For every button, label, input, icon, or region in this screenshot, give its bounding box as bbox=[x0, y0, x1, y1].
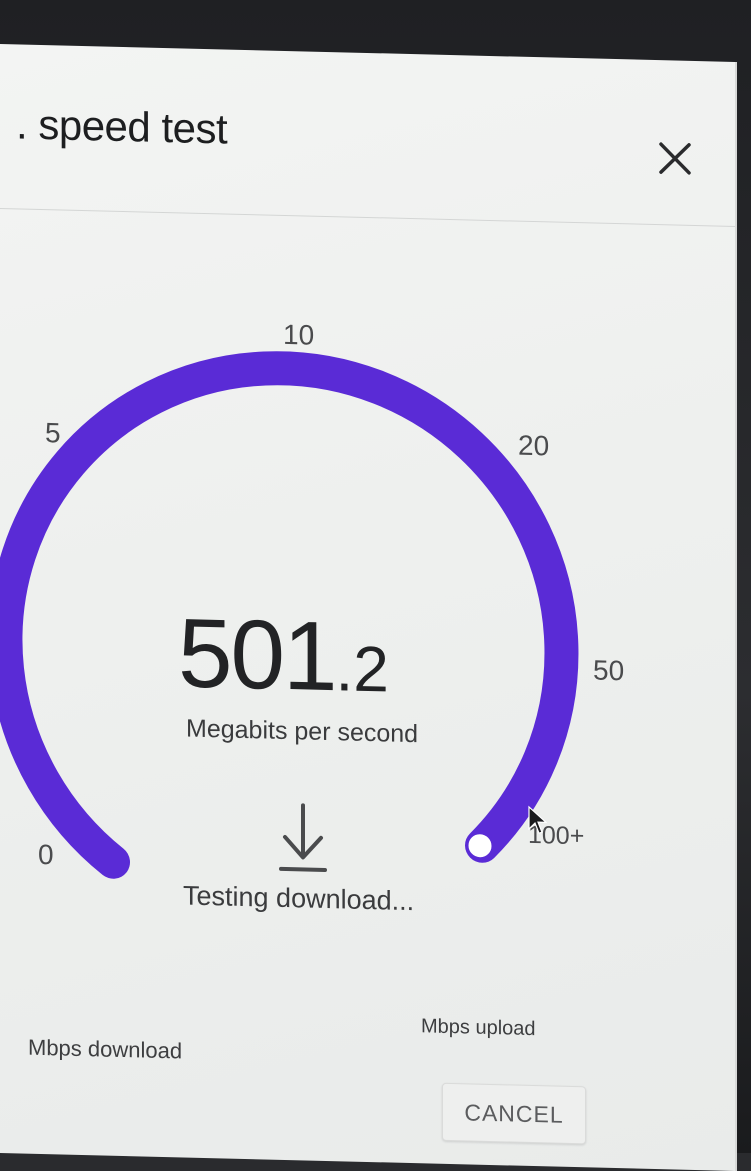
test-status-text: Testing download... bbox=[183, 880, 415, 917]
speed-unit-label: Megabits per second bbox=[186, 714, 419, 749]
speed-integer: 501 bbox=[178, 597, 336, 712]
upload-result-label: Mbps upload bbox=[421, 1015, 536, 1041]
mouse-pointer-icon bbox=[527, 805, 548, 835]
tick-label-0: 0 bbox=[38, 838, 54, 871]
speed-gauge bbox=[0, 351, 579, 879]
speed-value: 501.2 bbox=[178, 596, 389, 714]
speed-test-dialog: . speed test 0 5 10 20 50 100+ 501.2 Meg… bbox=[0, 44, 737, 1171]
dialog-header: . speed test bbox=[0, 44, 735, 227]
tick-label-5: 5 bbox=[45, 417, 61, 449]
tick-label-50: 50 bbox=[593, 654, 625, 687]
close-button[interactable] bbox=[655, 138, 695, 179]
close-icon bbox=[659, 142, 691, 175]
dialog-title: . speed test bbox=[16, 100, 228, 153]
speed-decimal: .2 bbox=[335, 632, 389, 706]
tick-label-10: 10 bbox=[283, 318, 315, 351]
gauge-knob bbox=[465, 831, 495, 861]
tick-label-20: 20 bbox=[518, 429, 550, 462]
cancel-button[interactable]: CANCEL bbox=[442, 1082, 586, 1145]
download-arrow-icon bbox=[277, 801, 329, 880]
download-result-label: Mbps download bbox=[28, 1034, 183, 1064]
